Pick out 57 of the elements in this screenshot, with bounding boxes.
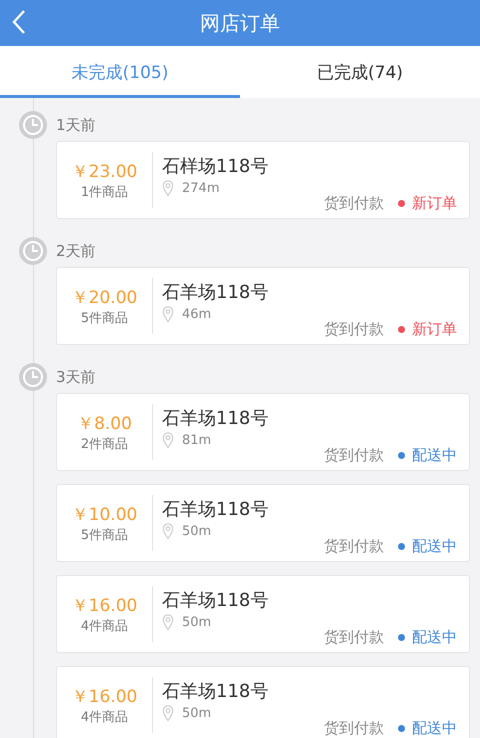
clock-icon xyxy=(19,363,47,391)
item-count: 2件商品 xyxy=(80,436,128,452)
item-count: 5件商品 xyxy=(80,310,128,326)
order-card[interactable]: ￥16.00 4件商品 石羊场118号 50m 货到付款 配送中 xyxy=(56,666,470,738)
item-count: 4件商品 xyxy=(80,708,128,726)
item-count: 5件商品 xyxy=(80,526,128,544)
order-price: ￥20.00 xyxy=(72,286,138,308)
location-pin-icon xyxy=(162,705,174,722)
order-card[interactable]: ￥23.00 1件商品 石样场118号 274m 货到付款 新订单 xyxy=(56,141,470,219)
order-status: 配送中 xyxy=(412,628,457,647)
back-icon[interactable] xyxy=(12,9,26,35)
payment-method: 货到付款 xyxy=(324,537,384,556)
clock-icon xyxy=(19,111,47,139)
payment-method: 货到付款 xyxy=(324,446,384,465)
order-address: 石羊场118号 xyxy=(162,498,270,521)
location-pin-icon xyxy=(162,614,174,631)
order-price: ￥16.00 xyxy=(72,686,138,708)
clock-icon xyxy=(19,237,47,265)
order-card[interactable]: ￥8.00 2件商品 石羊场118号 81m 货到付款 配送中 xyxy=(56,393,470,471)
order-status: 新订单 xyxy=(412,194,457,213)
distance-text: 50m xyxy=(182,524,212,539)
distance-text: 50m xyxy=(182,615,212,630)
distance-text: 50m xyxy=(182,706,212,721)
order-status: 配送中 xyxy=(412,537,457,556)
order-address: 石羊场118号 xyxy=(162,589,270,612)
item-count: 4件商品 xyxy=(80,618,128,634)
payment-method: 货到付款 xyxy=(324,628,384,647)
order-card[interactable]: ￥16.00 4件商品 石羊场118号 50m 货到付款 配送中 xyxy=(56,575,470,653)
order-status: 配送中 xyxy=(412,719,457,738)
distance-text: 46m xyxy=(182,307,212,322)
location-pin-icon xyxy=(162,523,174,540)
distance-text: 81m xyxy=(182,433,212,448)
order-card[interactable]: ￥10.00 5件商品 石羊场118号 50m 货到付款 配送中 xyxy=(56,484,470,562)
tab[interactable]: 已完成(74) xyxy=(240,46,480,98)
order-address: 石羊场118号 xyxy=(162,407,270,430)
payment-method: 货到付款 xyxy=(324,194,384,213)
payment-method: 货到付款 xyxy=(324,719,384,738)
page-title: 网店订单 xyxy=(200,10,280,36)
distance-text: 274m xyxy=(182,181,220,196)
location-pin-icon xyxy=(162,306,174,323)
order-price: ￥8.00 xyxy=(77,412,132,434)
order-address: 石羊场118号 xyxy=(162,281,270,304)
date-label: 3天前 xyxy=(56,368,96,386)
location-pin-icon xyxy=(162,432,174,449)
location-pin-icon xyxy=(162,180,174,197)
order-status: 新订单 xyxy=(412,320,457,339)
payment-method: 货到付款 xyxy=(324,320,384,339)
date-label: 1天前 xyxy=(56,116,96,134)
order-price: ￥10.00 xyxy=(72,504,138,526)
date-label: 2天前 xyxy=(56,242,96,260)
order-price: ￥23.00 xyxy=(72,160,138,182)
order-address: 石样场118号 xyxy=(162,155,270,178)
order-address: 石羊场118号 xyxy=(162,680,270,703)
item-count: 1件商品 xyxy=(80,184,128,200)
order-card[interactable]: ￥20.00 5件商品 石羊场118号 46m 货到付款 新订单 xyxy=(56,267,470,345)
order-price: ￥16.00 xyxy=(72,594,138,616)
order-status: 配送中 xyxy=(412,446,457,465)
